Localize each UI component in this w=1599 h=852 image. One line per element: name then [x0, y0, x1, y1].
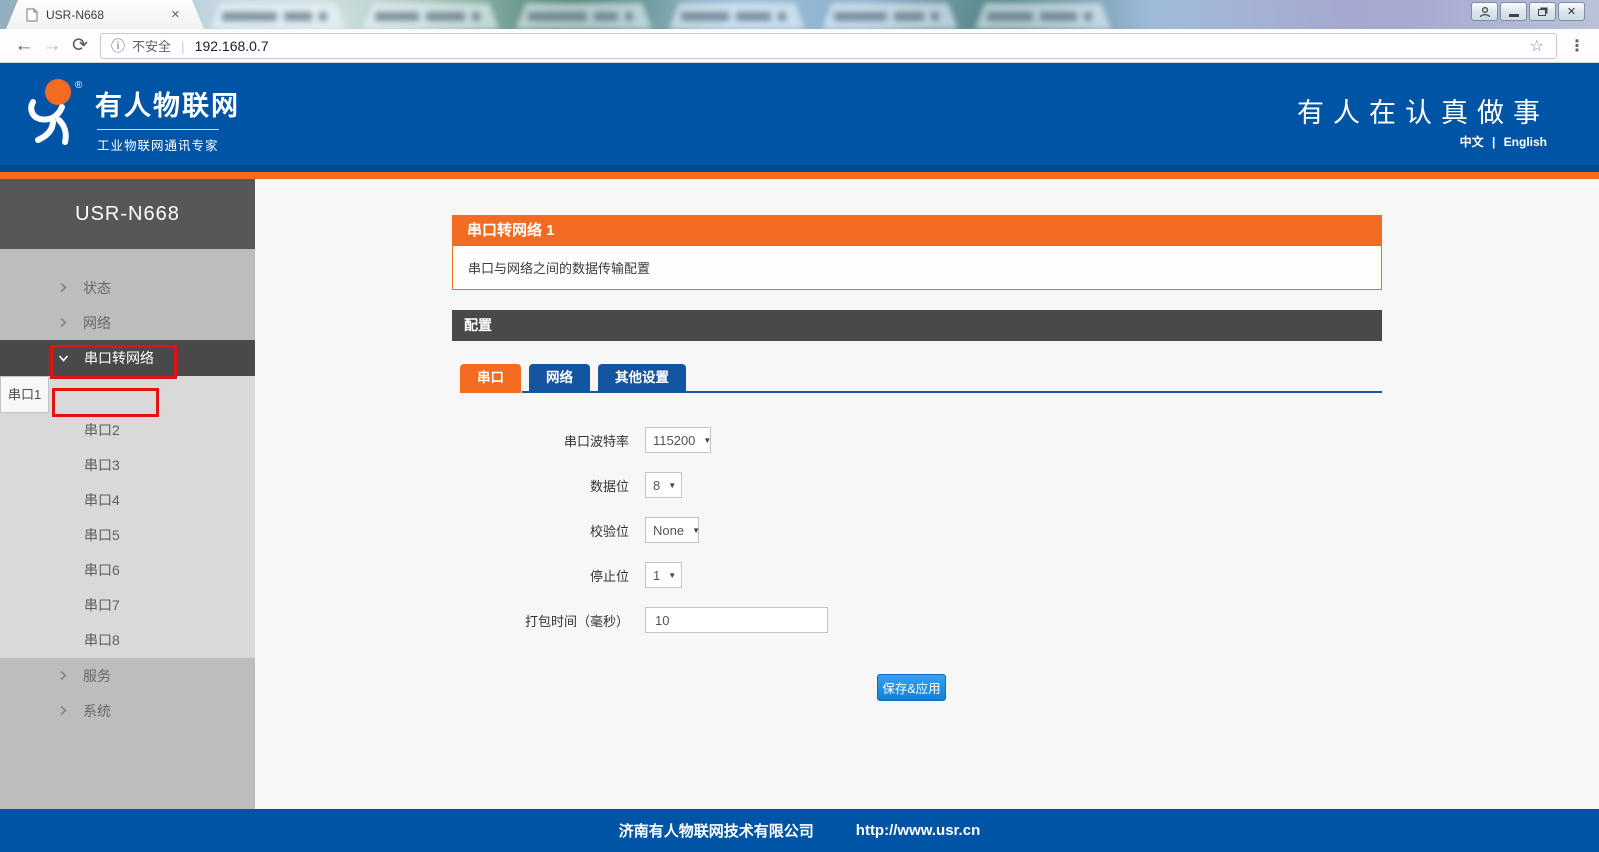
pack-time-input[interactable] — [645, 607, 828, 633]
browser-tab-strip: USR-N668 ✕ ✕ — [0, 0, 1599, 29]
baud-rate-label: 串口波特率 — [452, 431, 645, 450]
tab-network[interactable]: 网络 — [529, 364, 590, 391]
form-row: 打包时间（毫秒） — [452, 607, 1382, 633]
bookmark-star-icon[interactable]: ☆ — [1528, 36, 1546, 56]
form-row: 数据位 8 ▼ — [452, 472, 1382, 498]
site-header: ® 有人物联网 工业物联网通讯专家 有人在认真做事 中文 | English — [0, 63, 1599, 165]
sidebar-menu: 状态 网络 串口转网络 串口1 串口2 串口3 串口4 串口5 串口6 串口7 … — [0, 249, 255, 728]
panel-title: 串口转网络 1 — [452, 215, 1382, 246]
sidebar-item-serial6[interactable]: 串口6 — [0, 553, 255, 588]
tab-underline — [522, 391, 1382, 393]
sidebar-item-serial4[interactable]: 串口4 — [0, 483, 255, 518]
refresh-icon[interactable]: ⟳ — [66, 34, 94, 57]
sidebar-item-system[interactable]: 系统 — [0, 693, 255, 728]
brand-block: 有人物联网 工业物联网通讯专家 — [95, 84, 240, 154]
minimize-button[interactable] — [1500, 2, 1527, 21]
site-footer: 济南有人物联网技术有限公司 http://www.usr.cn — [0, 809, 1599, 852]
sidebar-item-serial-to-network[interactable]: 串口转网络 — [0, 340, 255, 376]
dropdown-arrow-icon: ▼ — [668, 481, 676, 490]
save-row: 保存&应用 — [452, 674, 1382, 701]
save-apply-button[interactable]: 保存&应用 — [877, 674, 946, 701]
dropdown-arrow-icon: ▼ — [703, 436, 711, 445]
brand-title: 有人物联网 — [95, 84, 240, 123]
chevron-right-icon — [58, 705, 68, 716]
sidebar-item-services[interactable]: 服务 — [0, 658, 255, 693]
panel-description: 串口与网络之间的数据传输配置 — [452, 246, 1382, 290]
tab-other-settings[interactable]: 其他设置 — [598, 364, 686, 391]
lang-english-link[interactable]: English — [1504, 135, 1547, 149]
device-name: USR-N668 — [0, 179, 255, 249]
forward-icon[interactable]: → — [38, 35, 66, 57]
blurred-tab[interactable] — [975, 3, 1111, 29]
dropdown-arrow-icon: ▼ — [668, 571, 676, 580]
brand-subtitle: 工业物联网通讯专家 — [97, 135, 240, 154]
sidebar-item-network[interactable]: 网络 — [0, 305, 255, 340]
header-orange-strip — [0, 172, 1599, 179]
window-controls: ✕ — [1469, 2, 1585, 21]
pack-time-label: 打包时间（毫秒） — [452, 611, 645, 630]
close-button[interactable]: ✕ — [1558, 2, 1585, 21]
form-row: 校验位 None ▼ — [452, 517, 1382, 543]
page-favicon-icon — [26, 8, 38, 22]
data-bits-label: 数据位 — [452, 476, 645, 495]
sidebar: USR-N668 状态 网络 串口转网络 串口1 串口2 串口3 串口4 串口5… — [0, 179, 255, 809]
chevron-down-icon — [58, 353, 69, 363]
chevron-right-icon — [58, 317, 68, 328]
stop-bits-label: 停止位 — [452, 566, 645, 585]
serial-config-form: 串口波特率 115200 ▼ 数据位 8 ▼ 校验位 No — [452, 427, 1382, 701]
info-icon[interactable]: ⓘ — [111, 36, 125, 56]
address-bar[interactable]: ⓘ 不安全 | 192.168.0.7 ☆ — [100, 33, 1557, 59]
blurred-background-tabs[interactable] — [210, 3, 1128, 29]
url-text[interactable]: 192.168.0.7 — [195, 38, 1528, 54]
dropdown-arrow-icon: ▼ — [692, 526, 700, 535]
footer-company: 济南有人物联网技术有限公司 — [619, 820, 814, 841]
back-icon[interactable]: ← — [10, 35, 38, 57]
lang-divider: | — [1492, 135, 1495, 149]
sidebar-item-status[interactable]: 状态 — [0, 270, 255, 305]
browser-tab-active[interactable]: USR-N668 ✕ — [6, 0, 204, 29]
blurred-tab[interactable] — [210, 3, 346, 29]
blurred-tab[interactable] — [669, 3, 805, 29]
header-slogan: 有人在认真做事 — [1297, 91, 1549, 130]
stop-bits-select[interactable]: 1 ▼ — [645, 562, 682, 588]
svg-text:®: ® — [75, 80, 83, 91]
sidebar-item-serial3[interactable]: 串口3 — [0, 448, 255, 483]
section-title: 配置 — [452, 310, 1382, 341]
header-dark-strip — [0, 165, 1599, 172]
profile-icon[interactable] — [1471, 2, 1498, 21]
blurred-tab[interactable] — [516, 3, 652, 29]
sidebar-item-serial8[interactable]: 串口8 — [0, 623, 255, 658]
tab-close-icon[interactable]: ✕ — [167, 6, 184, 23]
main-content: 串口转网络 1 串口与网络之间的数据传输配置 配置 串口 网络 其他设置 串口波… — [255, 179, 1599, 809]
config-tabbar: 串口 网络 其他设置 — [452, 364, 1382, 393]
config-panel: 串口转网络 1 串口与网络之间的数据传输配置 配置 串口 网络 其他设置 串口波… — [452, 215, 1382, 701]
form-row: 串口波特率 115200 ▼ — [452, 427, 1382, 453]
lang-chinese-link[interactable]: 中文 — [1460, 135, 1484, 149]
data-bits-select[interactable]: 8 ▼ — [645, 472, 682, 498]
tab-title: USR-N668 — [46, 8, 167, 22]
parity-label: 校验位 — [452, 521, 645, 540]
parity-select[interactable]: None ▼ — [645, 517, 699, 543]
blurred-tab[interactable] — [363, 3, 499, 29]
sidebar-item-serial5[interactable]: 串口5 — [0, 518, 255, 553]
brand-divider — [97, 129, 219, 130]
tab-serial[interactable]: 串口 — [460, 364, 521, 393]
language-switch: 中文 | English — [1460, 133, 1547, 150]
chevron-right-icon — [58, 670, 68, 681]
security-label: 不安全 — [132, 36, 171, 55]
browser-toolbar: ← → ⟳ ⓘ 不安全 | 192.168.0.7 ☆ ⋮ — [0, 29, 1599, 63]
usr-logo: ® — [22, 76, 88, 153]
sidebar-item-serial7[interactable]: 串口7 — [0, 588, 255, 623]
sidebar-item-serial1[interactable]: 串口1 — [0, 376, 49, 413]
blurred-tab[interactable] — [822, 3, 958, 29]
serial-submenu: 串口1 串口2 串口3 串口4 串口5 串口6 串口7 串口8 — [0, 376, 255, 658]
browser-menu-icon[interactable]: ⋮ — [1565, 36, 1589, 56]
chevron-right-icon — [58, 282, 68, 293]
url-divider: | — [181, 38, 185, 54]
sidebar-item-serial2[interactable]: 串口2 — [0, 413, 255, 448]
footer-website-link[interactable]: http://www.usr.cn — [856, 822, 980, 839]
restore-button[interactable] — [1529, 2, 1556, 21]
form-row: 停止位 1 ▼ — [452, 562, 1382, 588]
baud-rate-select[interactable]: 115200 ▼ — [645, 427, 711, 453]
